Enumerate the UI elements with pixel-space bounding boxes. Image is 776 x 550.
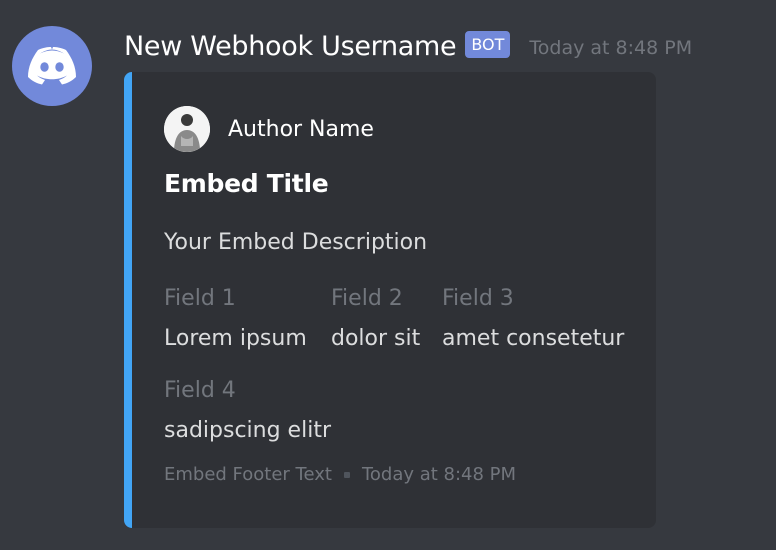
footer-separator [343,471,350,478]
footer-timestamp: Today at 8:48 PM [361,464,517,485]
field-name: Field 2 [331,286,403,311]
field-name: Field 1 [164,286,236,311]
field-value: Lorem ipsum [164,326,307,351]
field-name: Field 3 [442,286,514,311]
field-name: Field 4 [164,378,236,403]
embed-field-4: Field 4 sadipscing elitr [164,375,331,451]
embed-title: Embed Title [164,169,329,198]
author-name[interactable]: Author Name [228,117,374,142]
field-value: dolor sit [331,326,421,351]
footer-text: Embed Footer Text [164,464,332,485]
bot-tag: BOT [465,30,511,58]
message-timestamp[interactable]: Today at 8:48 PM [529,37,692,59]
chat-message: New Webhook Username BOT Today at 8:48 P… [0,0,776,550]
embed: Author Name Embed Title Your Embed Descr… [124,72,656,528]
embed-field-3: Field 3 amet consetetur [442,283,624,359]
username[interactable]: New Webhook Username [124,31,457,62]
embed-field-1: Field 1 Lorem ipsum [164,283,307,359]
embed-field-2: Field 2 dolor sit [331,283,420,359]
field-value: amet consetetur [442,326,625,351]
embed-footer: Embed Footer Text Today at 8:48 PM [164,464,516,485]
discord-logo-icon [28,47,76,85]
field-value: sadipscing elitr [164,418,331,443]
message-header: New Webhook Username BOT Today at 8:48 P… [124,26,692,66]
avatar[interactable] [12,26,92,106]
author-avatar-icon [164,106,210,152]
embed-description: Your Embed Description [164,230,428,255]
embed-author: Author Name [164,106,374,152]
